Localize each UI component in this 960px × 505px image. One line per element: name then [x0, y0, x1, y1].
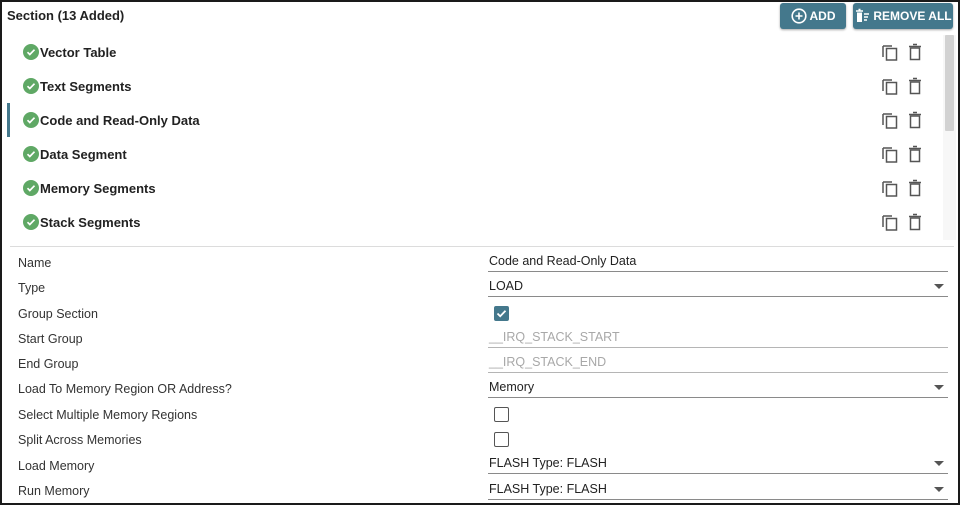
copy-icon[interactable] — [881, 77, 899, 95]
dropdown-arrow-icon — [934, 461, 944, 466]
copy-icon[interactable] — [881, 145, 899, 163]
type-select[interactable]: LOAD — [488, 277, 948, 297]
trash-icon[interactable] — [907, 213, 923, 231]
section-label: Text Segments — [40, 78, 132, 94]
copy-icon[interactable] — [881, 43, 899, 61]
checkmark-icon — [496, 310, 507, 318]
section-list-item-selected[interactable]: Code and Read-Only Data — [2, 103, 942, 137]
check-circle-icon — [23, 146, 39, 162]
add-circle-icon — [790, 8, 807, 24]
load-memory-select-value: FLASH Type: FLASH — [489, 456, 607, 470]
type-select-value: LOAD — [489, 279, 524, 293]
section-label: Memory Segments — [40, 180, 156, 196]
section-list-item[interactable]: Data Segment — [2, 137, 942, 171]
check-circle-icon — [23, 44, 39, 60]
divider — [10, 246, 954, 247]
list-scrollbar-thumb[interactable] — [945, 35, 954, 131]
section-editor-panel: Section (13 Added) ADD REMOVE ALL Vector… — [0, 0, 960, 505]
section-label: Stack Segments — [40, 214, 141, 230]
load-memory-select[interactable]: FLASH Type: FLASH — [488, 454, 948, 474]
trash-icon[interactable] — [907, 111, 923, 129]
load-to-select-value: Memory — [489, 380, 535, 394]
section-label: Vector Table — [40, 44, 117, 60]
remove-all-button-label: REMOVE ALL — [873, 9, 952, 23]
run-memory-select-value: FLASH Type: FLASH — [489, 482, 607, 496]
section-label: Data Segment — [40, 146, 127, 162]
add-button[interactable]: ADD — [780, 3, 846, 29]
section-list-item[interactable]: Text Segments — [2, 69, 942, 103]
name-field[interactable]: Code and Read-Only Data — [488, 252, 948, 272]
trash-icon[interactable] — [907, 43, 923, 61]
load-memory-label: Load Memory — [18, 459, 95, 473]
section-list-item[interactable]: Memory Segments — [2, 171, 942, 205]
group-section-checkbox[interactable] — [494, 306, 509, 321]
run-memory-label: Run Memory — [18, 484, 90, 498]
dropdown-arrow-icon — [934, 284, 944, 289]
trash-icon[interactable] — [907, 145, 923, 163]
check-circle-icon — [23, 112, 39, 128]
load-to-label: Load To Memory Region OR Address? — [18, 382, 232, 396]
copy-icon[interactable] — [881, 111, 899, 129]
remove-all-button[interactable]: REMOVE ALL — [853, 3, 953, 29]
end-group-label: End Group — [18, 357, 79, 371]
add-button-label: ADD — [809, 9, 836, 23]
check-circle-icon — [23, 214, 39, 230]
copy-icon[interactable] — [881, 213, 899, 231]
start-group-label: Start Group — [18, 332, 83, 346]
split-across-label: Split Across Memories — [18, 433, 142, 447]
copy-icon[interactable] — [881, 179, 899, 197]
dropdown-arrow-icon — [934, 487, 944, 492]
end-group-field[interactable]: __IRQ_STACK_END — [488, 353, 948, 373]
start-group-field[interactable]: __IRQ_STACK_START — [488, 328, 948, 348]
clear-all-icon — [854, 8, 870, 24]
section-label: Code and Read-Only Data — [40, 112, 200, 128]
split-across-checkbox[interactable] — [494, 432, 509, 447]
trash-icon[interactable] — [907, 179, 923, 197]
selection-indicator — [7, 103, 10, 137]
select-multiple-label: Select Multiple Memory Regions — [18, 408, 198, 422]
type-label: Type — [18, 281, 46, 295]
section-list-item[interactable]: Stack Segments — [2, 205, 942, 239]
check-circle-icon — [23, 180, 39, 196]
dropdown-arrow-icon — [934, 385, 944, 390]
run-memory-select[interactable]: FLASH Type: FLASH — [488, 480, 948, 500]
section-count-title: Section (13 Added) — [7, 8, 125, 23]
check-circle-icon — [23, 78, 39, 94]
load-to-select[interactable]: Memory — [488, 378, 948, 398]
name-label: Name — [18, 256, 52, 270]
group-section-label: Group Section — [18, 307, 98, 321]
select-multiple-checkbox[interactable] — [494, 407, 509, 422]
section-list-item[interactable]: Vector Table — [2, 35, 942, 69]
trash-icon[interactable] — [907, 77, 923, 95]
